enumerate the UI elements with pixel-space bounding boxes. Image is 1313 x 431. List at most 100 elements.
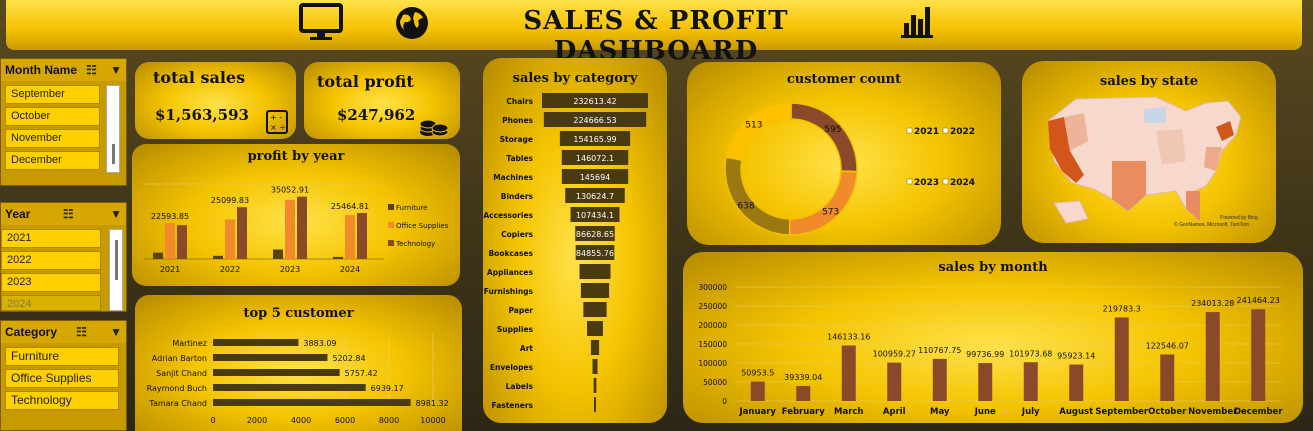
data-label: 241464.23	[1237, 296, 1280, 305]
category-label: Tamara Chand	[148, 399, 207, 408]
slicer-month-item[interactable]: September	[5, 85, 100, 104]
legend-swatch	[942, 127, 949, 134]
slicer-year-scrollbar[interactable]	[109, 229, 123, 311]
slicer-category-item[interactable]: Office Supplies	[5, 369, 119, 388]
category-label: Copiers	[501, 230, 533, 239]
bar	[579, 264, 611, 279]
bar	[213, 384, 366, 391]
bar	[887, 362, 902, 401]
y-tick-label: 0	[722, 397, 727, 406]
kpi-total-profit: total profit $247,962	[304, 62, 460, 139]
x-tick-label: 2024	[340, 265, 360, 274]
x-tick-label: June	[974, 407, 996, 417]
bar	[592, 359, 598, 374]
data-label: 5202.84	[332, 354, 365, 363]
data-label: 146072.1	[576, 154, 614, 163]
bar-office-supplies	[285, 199, 295, 259]
top5-chart: 0 2000 4000 6000 8000 10000 Martinez 3883.09 Adr…	[147, 333, 449, 425]
x-tick-label: January	[739, 407, 777, 417]
x-tick-label: November	[1188, 407, 1238, 417]
bar	[590, 340, 600, 355]
slicer-month: Month Name ☷ ▼ September October Novembe…	[0, 58, 127, 186]
x-tick-label: 0	[210, 416, 215, 425]
dashboard-title: SALES & PROFIT DASHBOARD	[523, 6, 789, 66]
bar	[978, 363, 993, 401]
kpi-total-sales: total sales $1,563,593 + - × ÷	[135, 62, 296, 139]
multi-select-icon[interactable]: ☷	[76, 325, 87, 339]
us-map[interactable]	[1036, 91, 1266, 231]
x-tick-label: 10000	[420, 416, 445, 425]
bar	[1205, 312, 1220, 401]
bar-technology	[177, 225, 187, 259]
slicer-year-item[interactable]: 2022	[1, 251, 101, 270]
category-label: Adrian Barton	[152, 354, 207, 363]
legend-label: 2022	[950, 127, 975, 137]
data-label: 50953.5	[741, 369, 774, 378]
slicer-month-scrollbar[interactable]	[106, 85, 120, 173]
category-label: Martinez	[172, 339, 207, 348]
profit-by-year-chart: 2021 22593.85 2022 25099.83 2023 35052.91 2024…	[144, 183, 449, 274]
data-label: 595	[824, 125, 841, 135]
x-tick-label: August	[1059, 407, 1093, 417]
slicer-month-item[interactable]: November	[5, 129, 100, 148]
bar-furniture	[213, 255, 223, 259]
slicer-year-item[interactable]: 2024	[1, 295, 101, 311]
calculator-icon: + - × ÷	[266, 110, 288, 134]
category-label: Storage	[500, 135, 533, 144]
panel-top5-customer: top 5 customer 0 2000 4000 6000 8000 10000 Mar…	[135, 295, 462, 431]
coins-icon	[419, 119, 449, 137]
data-label: 25099.83	[211, 196, 249, 205]
slicer-year-item[interactable]: 2023	[1, 273, 101, 292]
data-label: 5757.42	[345, 369, 378, 378]
legend-label: 2024	[950, 178, 975, 188]
x-tick-label: 6000	[335, 416, 355, 425]
data-label: 84855.76	[576, 249, 614, 258]
slicer-year-item[interactable]: 2021	[1, 229, 101, 248]
slicer-year: Year ☷ ▼ 2021 2022 2023 2024	[0, 202, 127, 312]
category-label: Bookcases	[488, 249, 533, 258]
slicer-category-item[interactable]: Technology	[5, 391, 119, 410]
clear-filter-icon[interactable]: ▼	[110, 63, 122, 77]
legend-swatch	[388, 240, 394, 246]
data-label: 154165.99	[573, 135, 616, 144]
category-label: Supplies	[497, 325, 534, 334]
x-tick-label: July	[1021, 407, 1040, 417]
slicer-month-item[interactable]: December	[5, 151, 100, 170]
bar	[593, 378, 597, 393]
clear-filter-icon[interactable]: ▼	[110, 207, 122, 221]
legend-swatch	[388, 204, 394, 210]
bar	[213, 354, 328, 361]
data-label: 25464.81	[331, 202, 369, 211]
bar	[1069, 364, 1084, 401]
category-label: Raymond Buch	[147, 384, 207, 393]
category-label: Paper	[508, 306, 533, 315]
legend-label: 2021	[914, 127, 939, 137]
data-label: 3883.09	[303, 339, 336, 348]
header-banner: SALES & PROFIT DASHBOARD	[6, 0, 1302, 66]
y-tick-label: 300000	[698, 283, 727, 292]
x-tick-label: 2000	[247, 416, 267, 425]
bar	[1251, 309, 1266, 401]
x-tick-label: May	[930, 407, 950, 417]
data-label: 95923.14	[1057, 352, 1095, 361]
y-tick-label: 250000	[698, 302, 727, 311]
multi-select-icon[interactable]: ☷	[86, 63, 97, 77]
customer-count-chart: 595 573 638 513 2021 2022 2023 2024	[724, 102, 975, 236]
clear-filter-icon[interactable]: ▼	[110, 325, 122, 339]
category-label: Appliances	[487, 268, 534, 277]
category-label: Envelopes	[490, 363, 534, 372]
multi-select-icon[interactable]: ☷	[63, 207, 74, 221]
sales-by-state-title: sales by state	[1100, 74, 1198, 89]
data-label: 224666.53	[573, 116, 616, 125]
slicer-month-item[interactable]: October	[5, 107, 100, 126]
bar	[1160, 354, 1175, 401]
data-label: 22593.85	[151, 212, 189, 221]
slicer-month-label: Month Name	[5, 63, 77, 77]
slicer-category-item[interactable]: Furniture	[5, 347, 119, 366]
bar	[594, 397, 596, 412]
svg-text:× ÷: × ÷	[270, 123, 286, 132]
data-label: 86628.65	[576, 230, 614, 239]
kpi-total-sales-value: $1,563,593	[155, 106, 249, 124]
x-tick-label: 4000	[291, 416, 311, 425]
sales-by-month-chart: 0 50000 100000 150000 200000 250000 300000 5095…	[698, 283, 1283, 417]
